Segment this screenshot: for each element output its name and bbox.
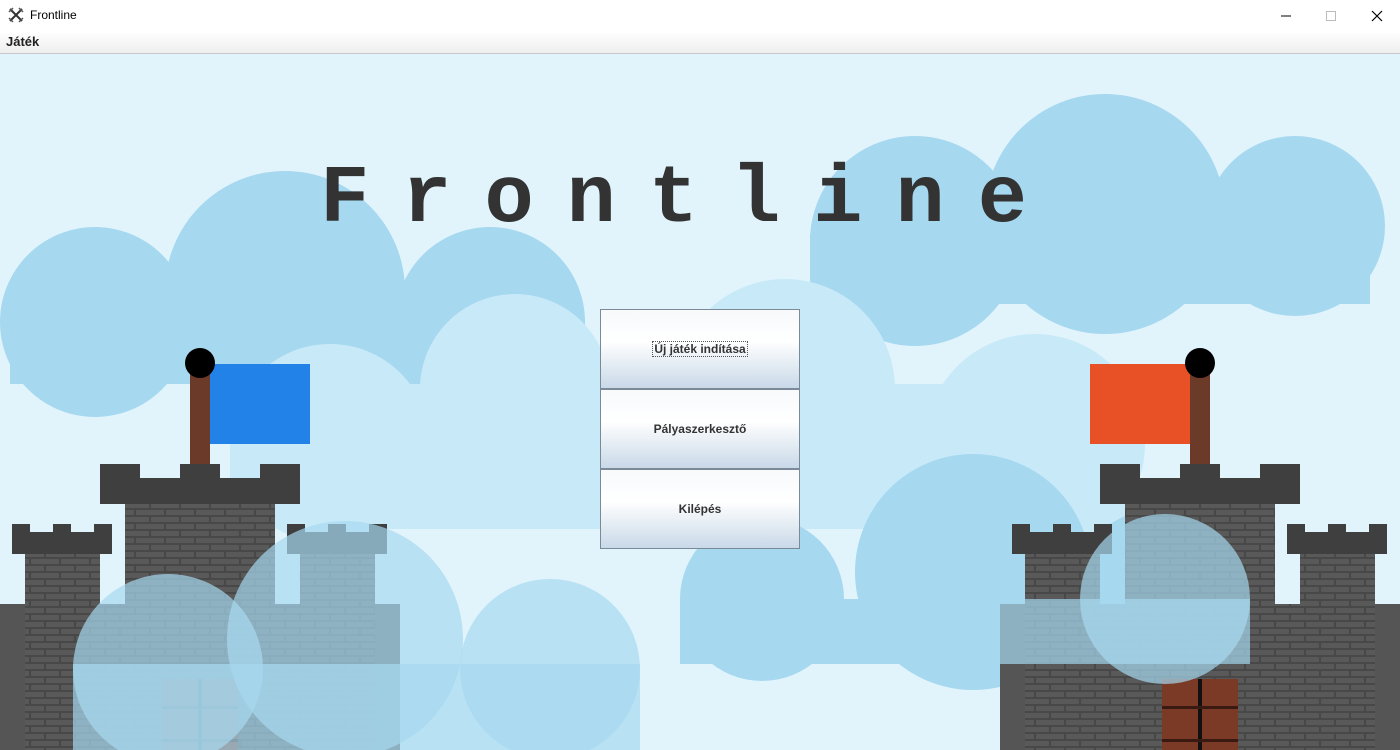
minimize-button[interactable] (1263, 0, 1309, 31)
close-icon (1371, 10, 1383, 21)
new-game-button[interactable]: Új játék indítása (600, 309, 800, 389)
exit-button[interactable]: Kilépés (600, 469, 800, 549)
game-title: Frontline (320, 153, 1060, 246)
level-editor-button[interactable]: Pályaszerkesztő (600, 389, 800, 469)
minimize-icon (1281, 15, 1291, 16)
menu-bar: Játék (0, 31, 1400, 54)
exit-label: Kilépés (678, 502, 722, 516)
menu-item-game[interactable]: Játék (6, 34, 39, 49)
level-editor-label: Pályaszerkesztő (653, 422, 747, 436)
game-scene: Frontline Új játék indítása Pályaszerkes… (0, 54, 1400, 750)
close-button[interactable] (1354, 0, 1400, 31)
new-game-label: Új játék indítása (652, 341, 748, 357)
window-title: Frontline (30, 8, 77, 22)
crossed-swords-icon (8, 7, 24, 23)
maximize-button[interactable] (1308, 0, 1354, 31)
maximize-icon (1326, 10, 1336, 21)
title-bar: Frontline (0, 0, 1400, 31)
main-menu: Új játék indítása Pályaszerkesztő Kilépé… (600, 309, 800, 549)
